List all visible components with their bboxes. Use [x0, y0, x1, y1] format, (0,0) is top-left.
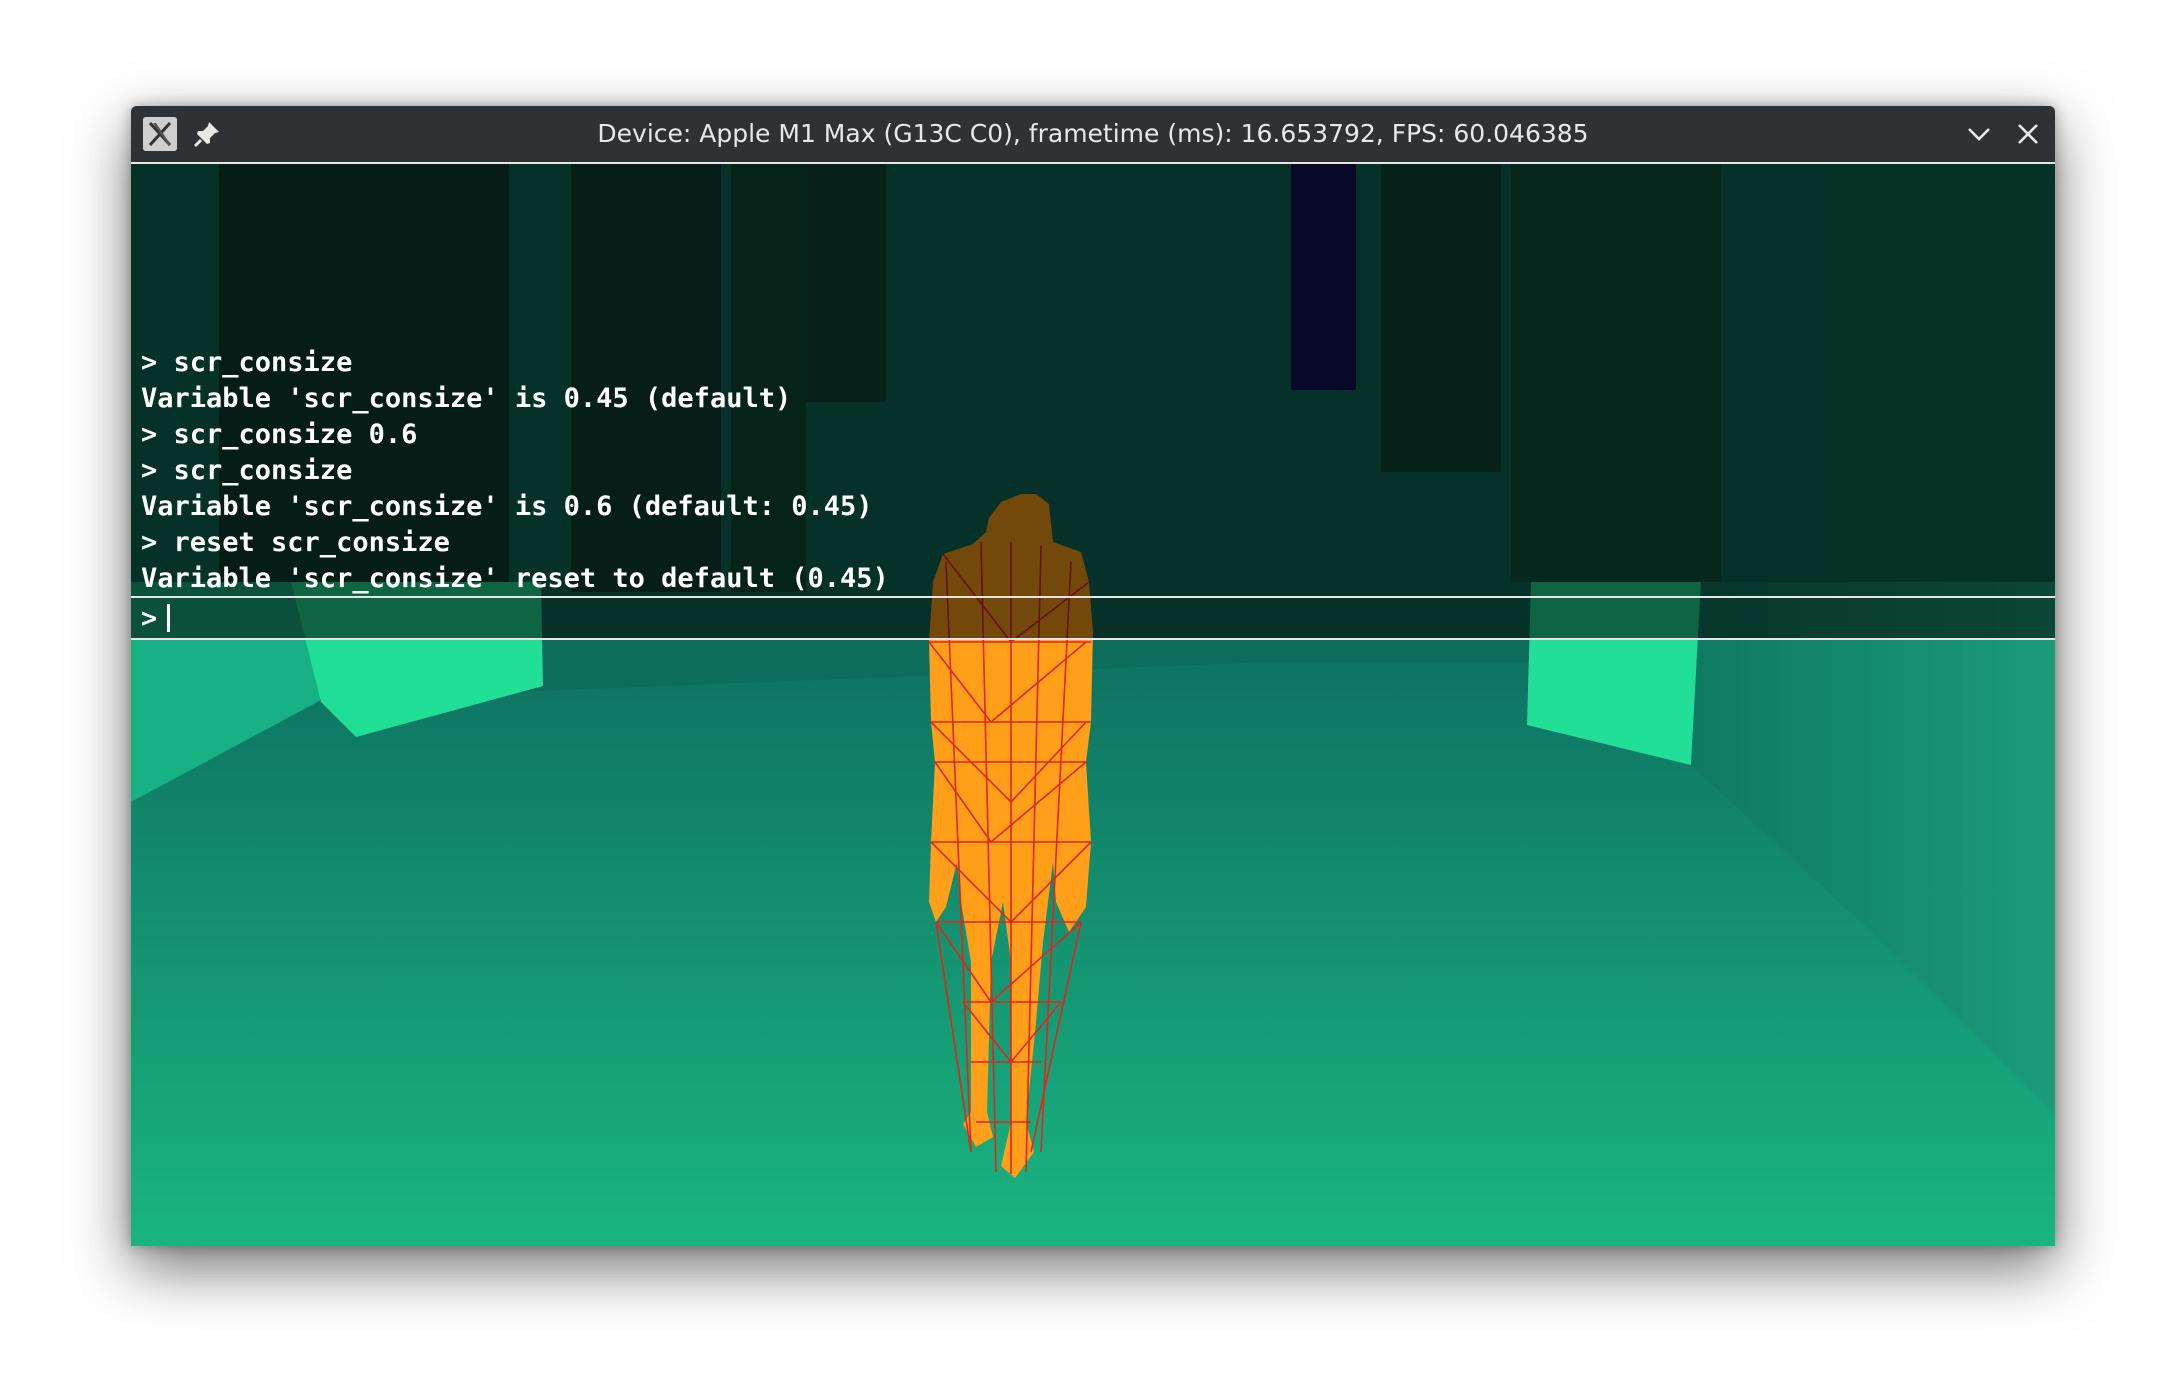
console-line: > reset scr_consize [141, 527, 450, 558]
console-line: > scr_consize [141, 347, 353, 378]
title-bar[interactable]: Device: Apple M1 Max (G13C C0), frametim… [131, 106, 2055, 162]
console-log: > scr_consize Variable 'scr_consize' is … [141, 345, 889, 597]
console-line: > scr_consize 0.6 [141, 419, 418, 450]
text-caret [167, 604, 171, 632]
console-line: Variable 'scr_consize' is 0.6 (default: … [141, 491, 873, 522]
x-app-icon[interactable] [143, 117, 177, 151]
chevron-down-icon[interactable] [1961, 116, 1997, 152]
render-viewport[interactable]: > scr_consize Variable 'scr_consize' is … [131, 162, 2055, 1246]
console-prompt: > [141, 603, 158, 634]
app-window: Device: Apple M1 Max (G13C C0), frametim… [131, 106, 2055, 1246]
pin-icon[interactable] [191, 118, 223, 150]
console-line: Variable 'scr_consize' reset to default … [141, 563, 889, 594]
console-line: Variable 'scr_consize' is 0.45 (default) [141, 383, 792, 414]
console-panel: > scr_consize Variable 'scr_consize' is … [131, 162, 2055, 640]
window-title: Device: Apple M1 Max (G13C C0), frametim… [597, 119, 1589, 148]
close-icon[interactable] [2010, 116, 2046, 152]
console-input[interactable]: > [141, 598, 2041, 640]
console-line: > scr_consize [141, 455, 353, 486]
